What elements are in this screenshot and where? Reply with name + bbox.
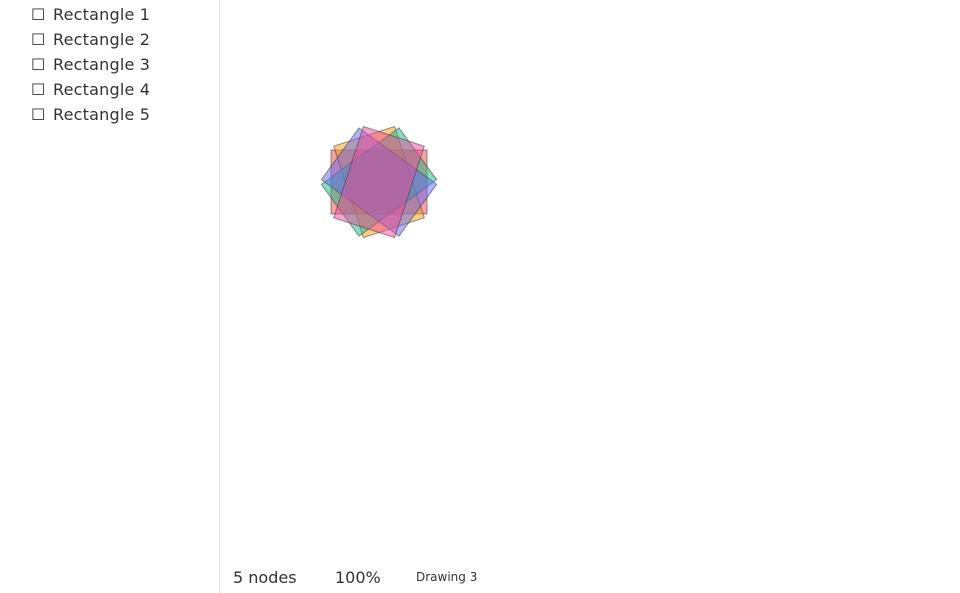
layer-label: Rectangle 2 — [53, 30, 151, 49]
checkbox-icon[interactable]: ☐ — [31, 79, 53, 101]
layers-panel: ☐ Rectangle 1 ☐ Rectangle 2 ☐ Rectangle 3 ☐… — [0, 0, 220, 593]
layer-label: Rectangle 1 — [53, 5, 151, 24]
node-count: 5 nodes — [233, 567, 297, 587]
drawing-canvas[interactable] — [221, 0, 960, 593]
checkbox-icon[interactable]: ☐ — [31, 29, 53, 51]
zoom-level[interactable]: 100% — [335, 568, 416, 587]
layer-label: Rectangle 3 — [53, 55, 151, 74]
layer-item-rectangle-2[interactable]: ☐ Rectangle 2 — [31, 29, 219, 54]
checkbox-icon[interactable]: ☐ — [31, 4, 53, 26]
drawing-app: ☐ Rectangle 1 ☐ Rectangle 2 ☐ Rectangle 3 ☐… — [0, 0, 960, 593]
layer-label: Rectangle 5 — [53, 105, 151, 124]
status-bar: 5 nodes 100% Drawing 3 — [233, 566, 477, 588]
layer-item-rectangle-5[interactable]: ☐ Rectangle 5 — [31, 104, 219, 129]
canvas-svg[interactable] — [221, 0, 960, 593]
layer-item-rectangle-1[interactable]: ☐ Rectangle 1 — [31, 4, 219, 29]
layer-list: ☐ Rectangle 1 ☐ Rectangle 2 ☐ Rectangle 3 ☐… — [0, 0, 219, 129]
layer-item-rectangle-3[interactable]: ☐ Rectangle 3 — [31, 54, 219, 79]
layer-item-rectangle-4[interactable]: ☐ Rectangle 4 — [31, 79, 219, 104]
document-name: Drawing 3 — [416, 570, 478, 584]
checkbox-icon[interactable]: ☐ — [31, 104, 53, 126]
checkbox-icon[interactable]: ☐ — [31, 54, 53, 76]
layer-label: Rectangle 4 — [53, 80, 151, 99]
shapes-group — [320, 125, 438, 239]
